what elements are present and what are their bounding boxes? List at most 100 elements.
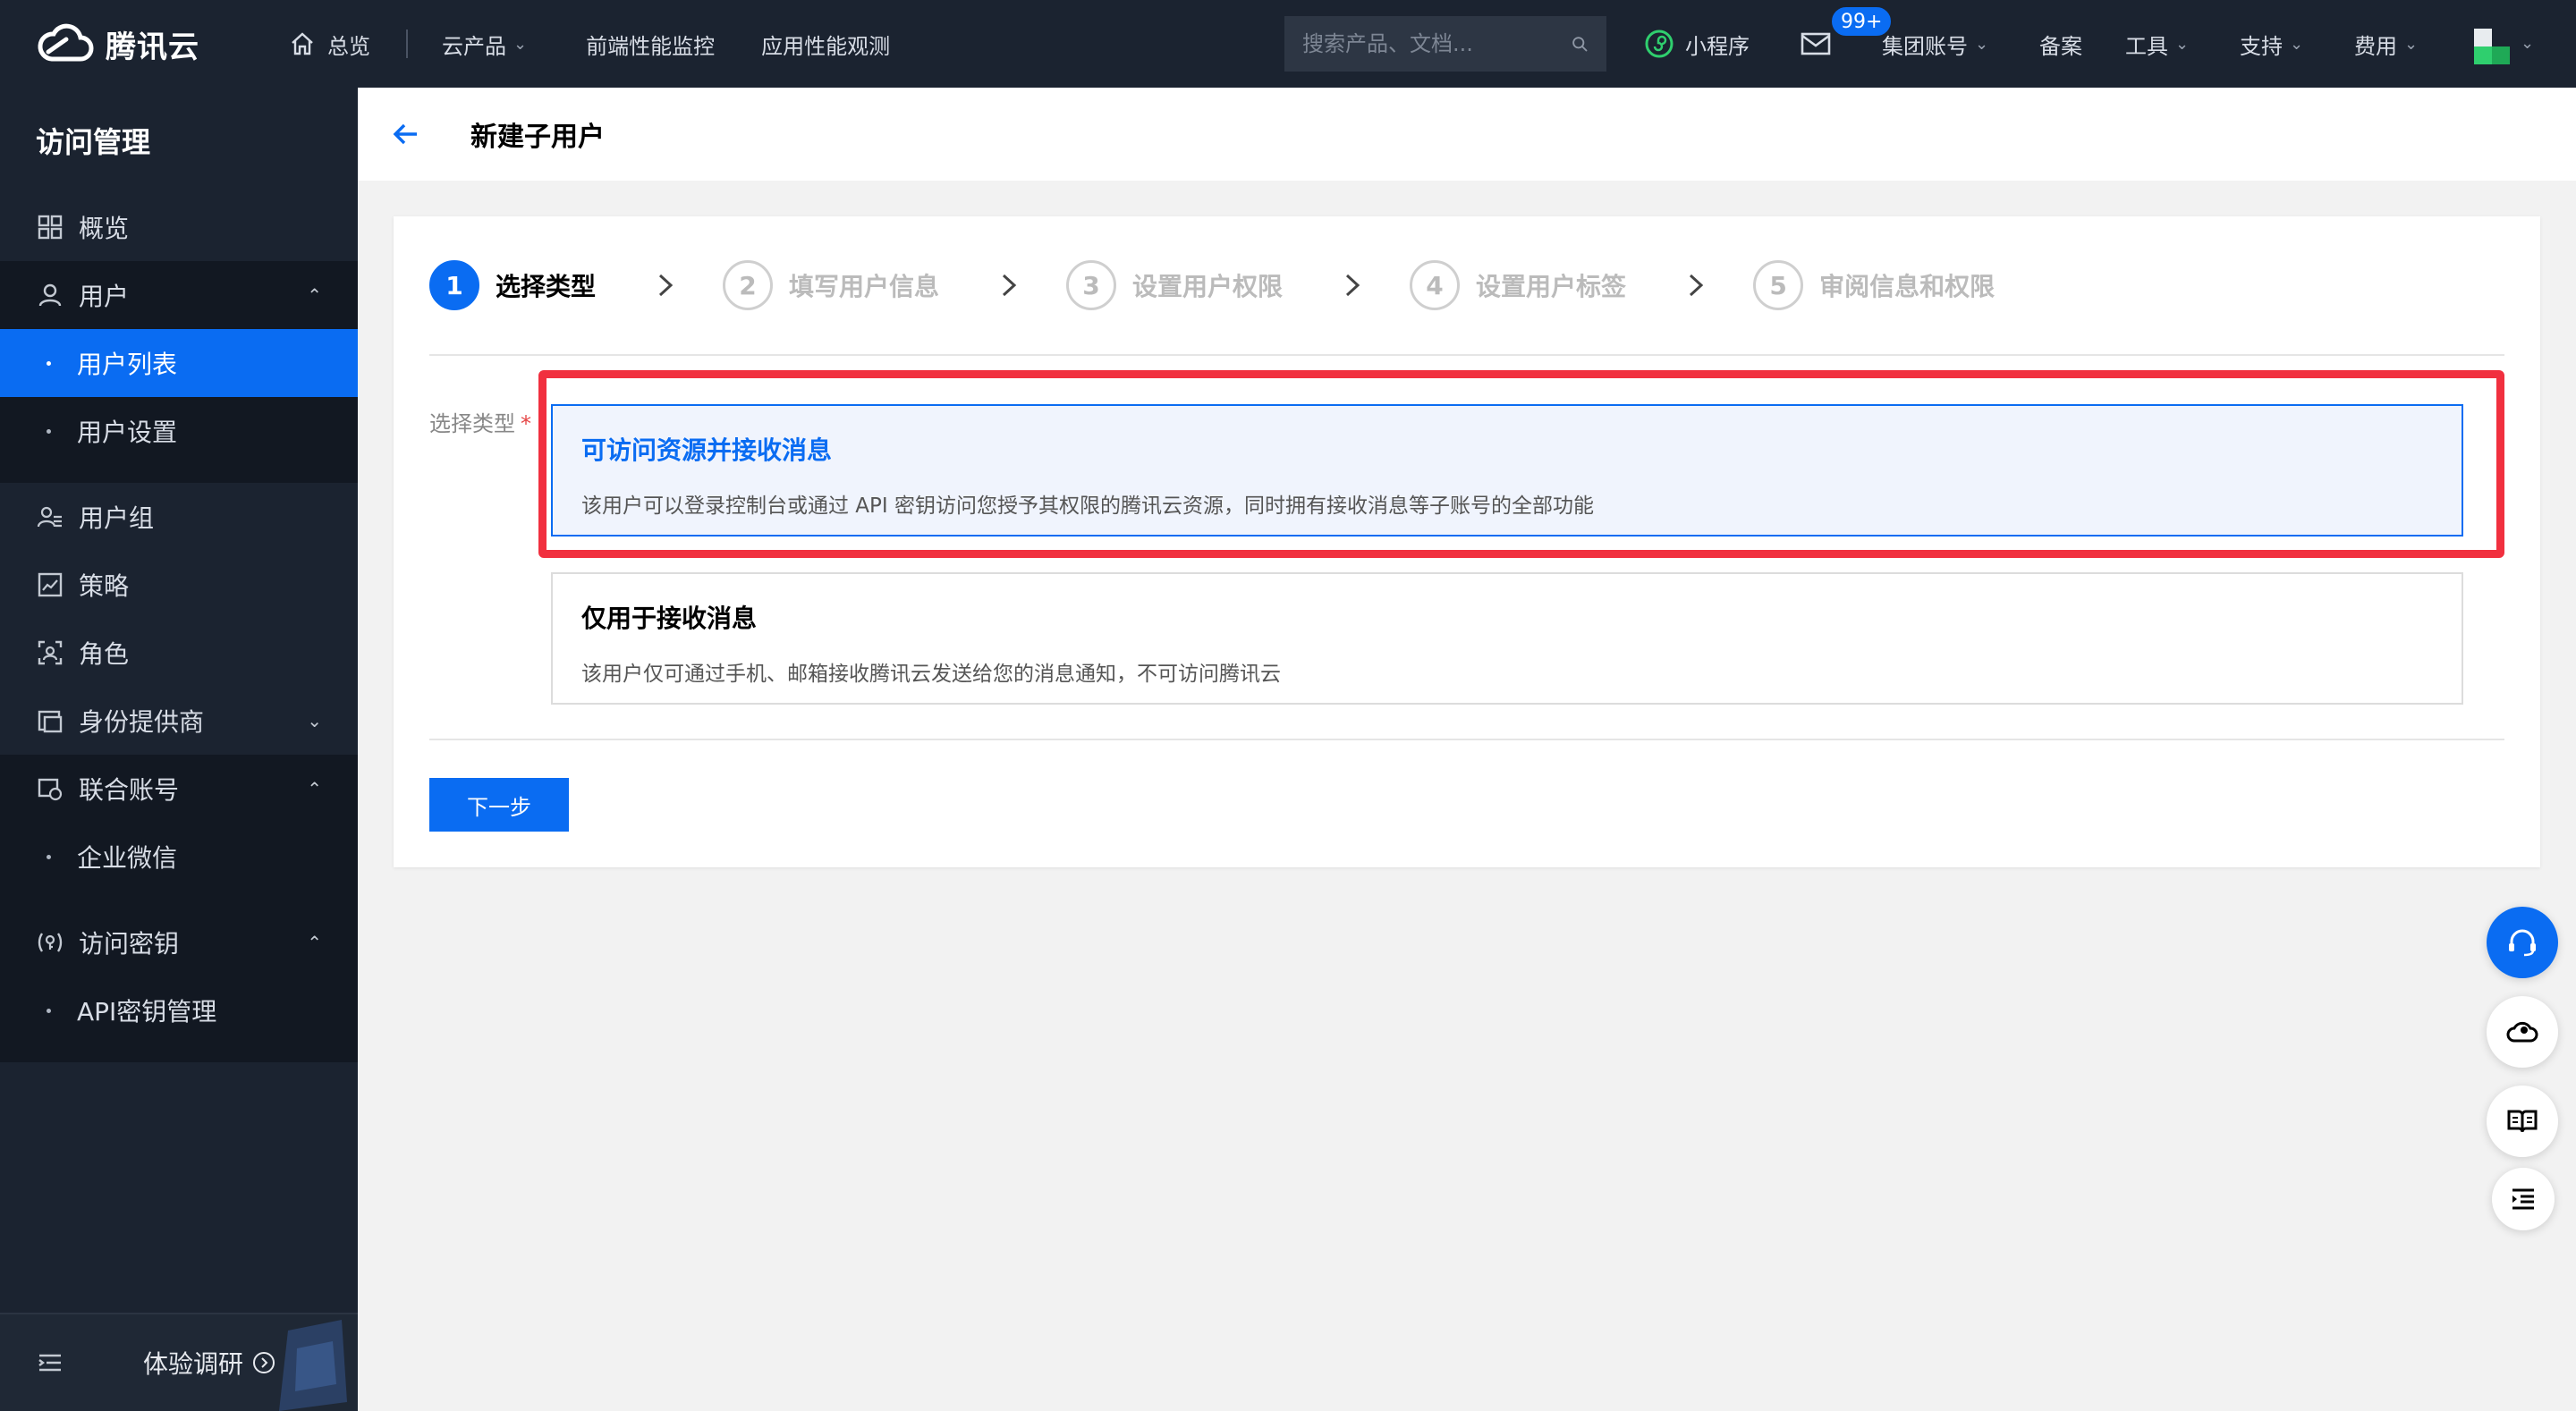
nav-icp-filing[interactable]: 备案 (2039, 0, 2082, 88)
cloud-icon (2506, 1021, 2538, 1043)
home-icon (292, 32, 313, 55)
nav-divider (406, 30, 408, 58)
back-arrow-icon[interactable] (390, 118, 422, 150)
sidebar-item-api-key-management[interactable]: API密钥管理 (0, 976, 358, 1044)
mini-program-label: 小程序 (1685, 33, 1750, 59)
sidebar-item-label: 用户设置 (77, 418, 178, 447)
nav-cloud-products[interactable]: 云产品 ⌄ (442, 29, 527, 60)
highlight-annotation-box (538, 370, 2504, 558)
sidebar-item-policies[interactable]: 策略 (0, 551, 358, 619)
step-label: 设置用户标签 (1476, 272, 1627, 301)
sidebar-item-identity-providers[interactable]: 身份提供商 ⌄ (0, 687, 358, 755)
chevron-down-icon: ⌄ (1975, 34, 1989, 54)
chevron-right-icon (1690, 274, 1704, 297)
tencent-cloud-logo[interactable]: 腾讯云 (36, 21, 220, 66)
option-description: 该用户仅可通过手机、邮箱接收腾讯云发送给您的消息通知，不可访问腾讯云 (581, 663, 1281, 686)
documentation-button[interactable] (2487, 1086, 2558, 1157)
nav-tools[interactable]: 工具 ⌄ (2125, 0, 2189, 88)
step-1: 1 选择类型 (429, 260, 723, 310)
sidebar-item-overview[interactable]: 概览 (0, 193, 358, 261)
step-3: 3 设置用户权限 (1066, 260, 1410, 310)
next-step-button[interactable]: 下一步 (429, 778, 569, 832)
chevron-up-icon: ⌃ (307, 284, 322, 306)
survey-label: 体验调研 (143, 1349, 244, 1379)
nav-home[interactable]: 总览 (288, 29, 370, 60)
chevron-down-icon: ⌄ (307, 710, 322, 731)
step-label: 设置用户权限 (1132, 272, 1284, 301)
nav-apm[interactable]: 应用性能观测 (761, 29, 890, 60)
step-number: 1 (429, 260, 479, 310)
nav-mini-program[interactable]: 小程序 (1644, 0, 1750, 88)
option-messages-only[interactable]: 仅用于接收消息 该用户仅可通过手机、邮箱接收腾讯云发送给您的消息通知，不可访问腾… (551, 572, 2463, 705)
billing-label: 费用 (2354, 33, 2397, 59)
sidebar-item-access-keys[interactable]: 访问密钥 ⌃ (0, 908, 358, 976)
nav-messages[interactable] (1800, 0, 1832, 88)
chevron-right-icon (1346, 274, 1360, 297)
step-label: 填写用户信息 (789, 272, 940, 301)
sidebar-item-label: 概览 (79, 214, 130, 243)
sidebar-item-label: 企业微信 (77, 843, 178, 873)
step-5: 5 审阅信息和权限 (1753, 260, 1995, 310)
user-icon (38, 283, 62, 307)
sidebar-group-access-keys: 访问密钥 ⌃ API密钥管理 (0, 908, 358, 1062)
cloud-logo-icon (38, 23, 94, 62)
chevron-up-icon: ⌃ (307, 932, 322, 953)
sidebar-item-label: 用户 (79, 282, 130, 311)
sidebar-item-label: 身份提供商 (79, 707, 205, 737)
select-type-label: 选择类型 * (429, 406, 531, 437)
sidebar-footer: 体验调研 (0, 1313, 358, 1411)
nav-frontend-label: 前端性能监控 (586, 33, 716, 59)
step-number: 4 (1410, 260, 1461, 310)
step-number: 3 (1066, 260, 1117, 310)
nav-support[interactable]: 支持 ⌄ (2240, 0, 2303, 88)
search-icon[interactable] (1571, 30, 1589, 58)
top-navigation-bar: 腾讯云 总览 云产品 ⌄ 前端性能监控 应用性能观测 小程序 (0, 0, 2576, 88)
step-number: 2 (723, 260, 774, 310)
nav-group-account[interactable]: 集团账号 ⌄ (1882, 0, 1988, 88)
sidebar-item-wecom[interactable]: 企业微信 (0, 823, 358, 891)
nav-billing[interactable]: 费用 ⌄ (2354, 0, 2418, 88)
grid-icon (38, 215, 63, 240)
sidebar-item-user-list[interactable]: 用户列表 (0, 329, 358, 397)
policy-icon (38, 572, 63, 597)
sidebar-item-user-settings[interactable]: 用户设置 (0, 397, 358, 465)
field-label-text: 选择类型 (429, 411, 515, 436)
search-box (1284, 16, 1606, 72)
mail-icon (1801, 32, 1831, 55)
sidebar-item-label: 访问密钥 (79, 929, 180, 959)
logo-text: 腾讯云 (106, 29, 199, 65)
access-key-icon (38, 933, 63, 952)
sidebar-title: 访问管理 (36, 125, 151, 159)
step-label: 选择类型 (496, 272, 597, 301)
nav-frontend-monitoring[interactable]: 前端性能监控 (586, 29, 715, 60)
role-icon (38, 640, 63, 665)
sidebar-item-user-groups[interactable]: 用户组 (0, 483, 358, 551)
account-avatar-icon[interactable] (2474, 29, 2510, 64)
sidebar-item-label: 角色 (79, 639, 130, 669)
chevron-down-icon: ⌄ (513, 34, 528, 54)
sidebar-item-federated-accounts[interactable]: 联合账号 ⌃ (0, 755, 358, 823)
collapse-sidebar-icon[interactable] (36, 1348, 64, 1377)
sidebar-item-label: 用户列表 (77, 350, 178, 379)
required-mark: * (521, 411, 531, 436)
list-indent-icon (2512, 1188, 2534, 1210)
outline-toggle-button[interactable] (2492, 1168, 2555, 1230)
search-input[interactable] (1302, 31, 1571, 56)
experience-survey-link[interactable]: 体验调研 (143, 1345, 275, 1381)
sidebar-item-roles[interactable]: 角色 (0, 619, 358, 687)
customer-service-button[interactable] (2487, 907, 2558, 978)
cloud-assistant-button[interactable] (2487, 996, 2558, 1068)
sidebar-item-users[interactable]: 用户 ⌃ (0, 261, 358, 329)
sidebar-item-label: 联合账号 (79, 775, 180, 805)
step-label: 审阅信息和权限 (1819, 272, 1996, 301)
sidebar-group-federated: 联合账号 ⌃ 企业微信 (0, 755, 358, 908)
federated-account-icon (38, 778, 63, 801)
chevron-down-icon[interactable]: ⌄ (2521, 34, 2534, 53)
chevron-down-icon: ⌄ (2290, 34, 2304, 54)
chevron-right-icon (1003, 274, 1017, 297)
mini-program-icon (1645, 30, 1674, 58)
sidebar-item-label: 策略 (79, 571, 130, 601)
user-group-icon (37, 506, 62, 528)
step-2: 2 填写用户信息 (723, 260, 1066, 310)
support-label: 支持 (2240, 33, 2283, 59)
